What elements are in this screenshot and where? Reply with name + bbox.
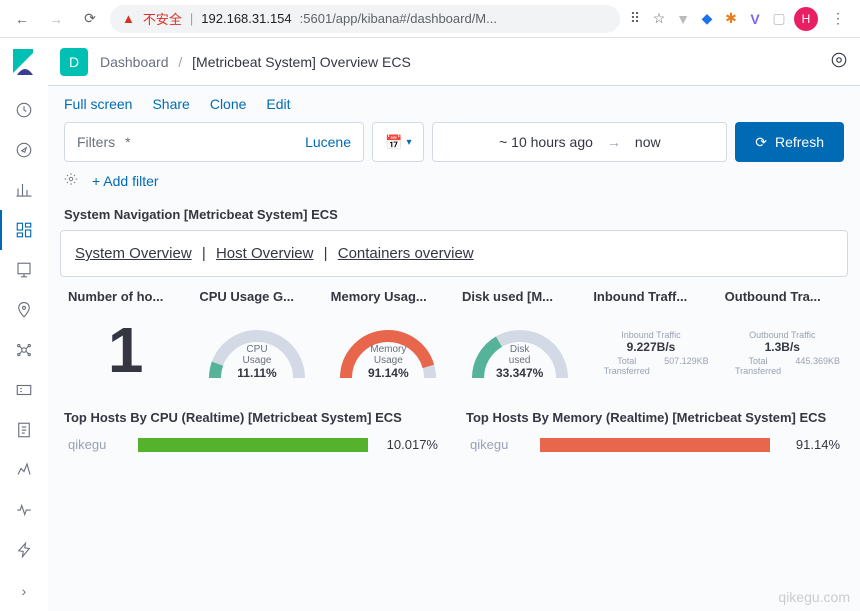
forward-button[interactable]: → xyxy=(42,5,70,33)
nav-panel: System Overview | Host Overview | Contai… xyxy=(60,230,848,277)
filter-row: Filters * Lucene 📅 ▾ ~ 10 hours ago → no… xyxy=(48,112,860,172)
breadcrumb-root[interactable]: Dashboard xyxy=(100,54,169,70)
nav-link-containers[interactable]: Containers overview xyxy=(338,245,474,262)
ext-icon-2[interactable]: ◆ xyxy=(698,10,716,28)
app-badge: D xyxy=(60,48,88,76)
filters-label: Filters xyxy=(77,134,115,150)
metric-disk: Disk used [M... Diskused33.347% xyxy=(454,289,585,388)
metric-hosts: Number of ho... 1 xyxy=(60,289,191,388)
nav-logs-icon[interactable] xyxy=(0,410,48,450)
metric-hosts-value: 1 xyxy=(68,318,183,382)
watermark: qikegu.com xyxy=(778,589,850,605)
nav-link-host[interactable]: Host Overview xyxy=(216,245,314,262)
nav-recent-icon[interactable] xyxy=(0,90,48,130)
ext-icon-3[interactable]: ✱ xyxy=(722,10,740,28)
chevron-down-icon: ▾ xyxy=(406,137,411,148)
nav-panel-title: System Navigation [Metricbeat System] EC… xyxy=(60,203,848,230)
breadcrumb-current: [Metricbeat System] Overview ECS xyxy=(192,54,411,70)
refresh-icon: ⟳ xyxy=(755,134,767,151)
metric-outbound: Outbound Tra... Outbound Traffic 1.3B/s … xyxy=(717,289,848,388)
browser-toolbar: ← → ⟳ ▲ 不安全 | 192.168.31.154:5601/app/ki… xyxy=(0,0,860,38)
ext-icon-4[interactable]: V xyxy=(746,10,764,28)
query-input[interactable]: Filters * Lucene xyxy=(64,122,364,162)
time-range[interactable]: ~ 10 hours ago → now xyxy=(432,122,727,162)
calendar-icon: 📅 xyxy=(385,134,402,151)
header-inspect-icon[interactable] xyxy=(830,51,848,72)
nav-infra-icon[interactable] xyxy=(0,370,48,410)
query-lang[interactable]: Lucene xyxy=(305,134,351,150)
nav-dev-icon[interactable] xyxy=(0,530,48,570)
nav-discover-icon[interactable] xyxy=(0,130,48,170)
insecure-icon: ▲ xyxy=(122,11,135,26)
nav-uptime-icon[interactable] xyxy=(0,490,48,530)
kibana-logo[interactable] xyxy=(0,38,48,86)
dashboard-actions: Full screen Share Clone Edit xyxy=(48,86,860,112)
add-filter-link[interactable]: + Add filter xyxy=(92,173,159,189)
nav-apm-icon[interactable] xyxy=(0,450,48,490)
nav-canvas-icon[interactable] xyxy=(0,250,48,290)
date-picker-button[interactable]: 📅 ▾ xyxy=(372,122,424,162)
url-path: :5601/app/kibana#/dashboard/M... xyxy=(300,11,497,26)
refresh-label: Refresh xyxy=(775,134,824,150)
metric-row: Number of ho... 1 CPU Usage G... CPUUsag… xyxy=(60,289,848,388)
reload-button[interactable]: ⟳ xyxy=(76,5,104,33)
ext-icon-1[interactable]: ▼ xyxy=(674,10,692,28)
insecure-label: 不安全 xyxy=(143,9,182,28)
time-to: now xyxy=(635,134,661,150)
share-link[interactable]: Share xyxy=(152,96,189,112)
main-content: D Dashboard / [Metricbeat System] Overvi… xyxy=(48,38,860,611)
browser-menu-icon[interactable]: ⋮ xyxy=(824,5,852,33)
ext-icon-5[interactable]: ▢ xyxy=(770,10,788,28)
table-row: qikegu 91.14% xyxy=(462,433,848,456)
metric-inbound: Inbound Traff... Inbound Traffic 9.227B/… xyxy=(585,289,716,388)
table-row: qikegu 10.017% xyxy=(60,433,446,456)
query-text: * xyxy=(125,134,295,150)
gear-icon[interactable] xyxy=(64,172,78,189)
time-from: ~ 10 hours ago xyxy=(499,134,593,150)
url-host: 192.168.31.154 xyxy=(201,11,291,26)
nav-visualize-icon[interactable] xyxy=(0,170,48,210)
breadcrumb: Dashboard / [Metricbeat System] Overview… xyxy=(100,54,411,70)
metric-cpu: CPU Usage G... CPUUsage11.11% xyxy=(191,289,322,388)
back-button[interactable]: ← xyxy=(8,5,36,33)
nav-link-system[interactable]: System Overview xyxy=(75,245,192,262)
nav-ml-icon[interactable] xyxy=(0,330,48,370)
metric-memory: Memory Usag... MemoryUsage91.14% xyxy=(323,289,454,388)
refresh-button[interactable]: ⟳ Refresh xyxy=(735,122,844,162)
nav-dashboard-icon[interactable] xyxy=(0,210,48,250)
clone-link[interactable]: Clone xyxy=(210,96,247,112)
edit-link[interactable]: Edit xyxy=(266,96,290,112)
fullscreen-link[interactable]: Full screen xyxy=(64,96,132,112)
app-header: D Dashboard / [Metricbeat System] Overvi… xyxy=(48,38,860,86)
top-mem-panel: Top Hosts By Memory (Realtime) [Metricbe… xyxy=(462,406,848,456)
profile-avatar[interactable]: H xyxy=(794,7,818,31)
translate-icon[interactable]: ⠿ xyxy=(626,10,644,28)
collapse-sidebar-icon[interactable]: › xyxy=(0,571,48,611)
top-hosts-row: Top Hosts By CPU (Realtime) [Metricbeat … xyxy=(60,406,848,456)
app-sidebar: › xyxy=(0,38,48,611)
top-cpu-panel: Top Hosts By CPU (Realtime) [Metricbeat … xyxy=(60,406,446,456)
address-bar[interactable]: ▲ 不安全 | 192.168.31.154:5601/app/kibana#/… xyxy=(110,5,620,33)
add-filter-row: + Add filter xyxy=(48,172,860,203)
bookmark-icon[interactable]: ☆ xyxy=(650,10,668,28)
arrow-icon: → xyxy=(607,134,621,150)
nav-maps-icon[interactable] xyxy=(0,290,48,330)
